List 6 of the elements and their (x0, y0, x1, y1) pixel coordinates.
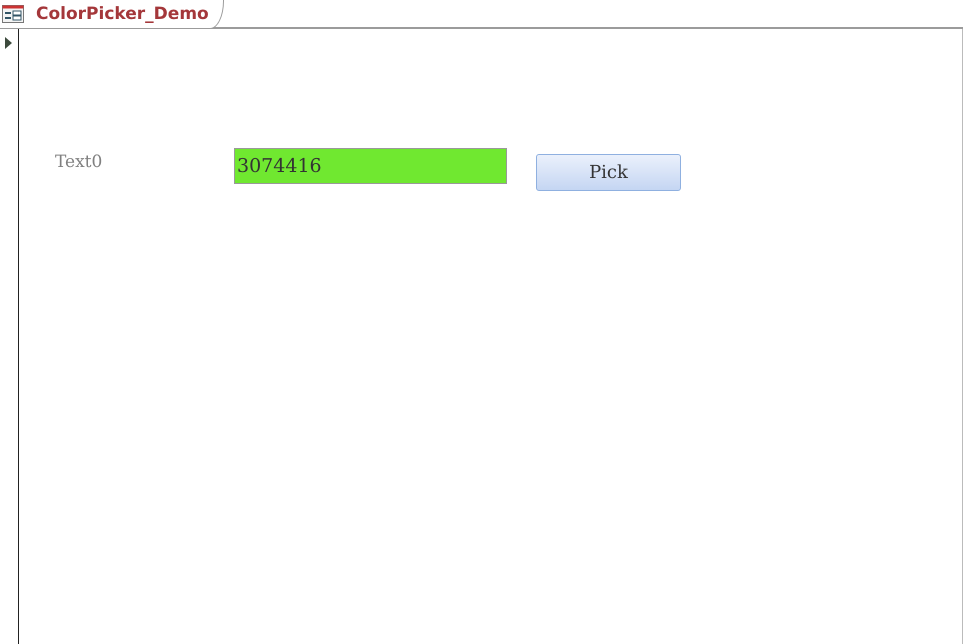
color-input-field[interactable]: 3074416 (234, 148, 507, 184)
record-selector-icon (5, 37, 12, 49)
field-label: Text0 (55, 151, 104, 172)
document-tab[interactable]: ColorPicker_Demo (0, 0, 224, 29)
form-icon (2, 5, 24, 23)
pick-button[interactable]: Pick (536, 154, 681, 191)
